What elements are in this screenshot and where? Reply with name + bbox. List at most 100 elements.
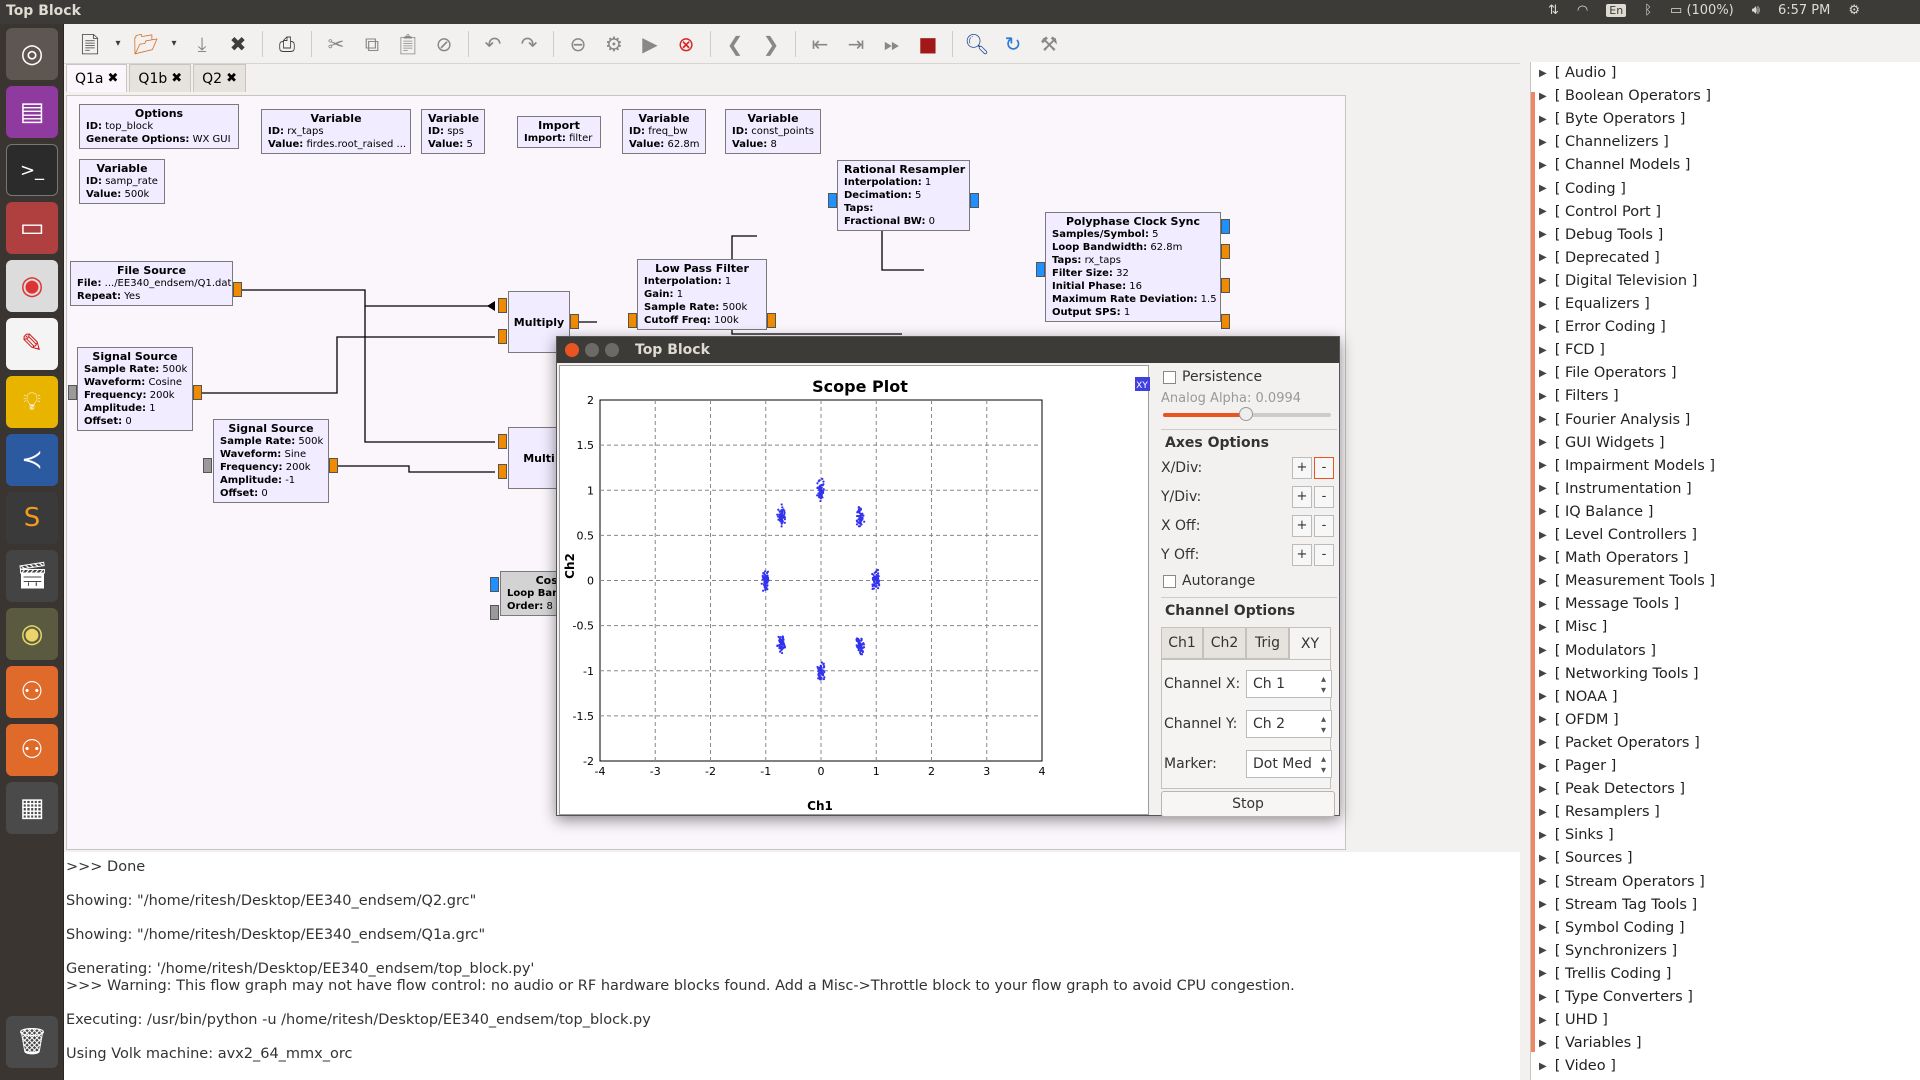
expand-triangle-icon[interactable]: ▶ — [1539, 275, 1547, 286]
print-icon[interactable]: ⎙ — [272, 29, 302, 59]
library-category[interactable]: ▶ [ Trellis Coding ] — [1539, 963, 1671, 985]
xoff-minus-button[interactable]: - — [1314, 515, 1334, 537]
library-category[interactable]: ▶ [ Resamplers ] — [1539, 801, 1660, 823]
library-category[interactable]: ▶ [ Sinks ] — [1539, 824, 1614, 846]
file-source-out-port[interactable] — [233, 282, 242, 297]
open-dropdown-icon[interactable]: ▾ — [167, 29, 181, 59]
library-category[interactable]: ▶ [ Video ] — [1539, 1055, 1616, 1077]
files-icon[interactable]: ▭ — [6, 202, 58, 254]
library-category[interactable]: ▶ [ Math Operators ] — [1539, 547, 1689, 569]
volume-icon[interactable]: 🔊︎ — [1752, 3, 1760, 18]
library-category[interactable]: ▶ [ Modulators ] — [1539, 640, 1656, 662]
find-icon[interactable]: 🔍︎ — [962, 29, 992, 59]
expand-triangle-icon[interactable]: ▶ — [1539, 553, 1547, 564]
library-category[interactable]: ▶ [ Misc ] — [1539, 616, 1607, 638]
block-variable-sps[interactable]: Variable ID: sps Value: 5 — [421, 109, 485, 154]
library-category[interactable]: ▶ [ GUI Widgets ] — [1539, 432, 1665, 454]
library-category[interactable]: ▶ [ Channelizers ] — [1539, 131, 1669, 153]
pcs-in-port[interactable] — [1036, 262, 1045, 277]
pcs-out2-port[interactable] — [1221, 278, 1230, 293]
expand-triangle-icon[interactable]: ▶ — [1539, 437, 1547, 448]
expand-triangle-icon[interactable]: ▶ — [1539, 322, 1547, 333]
expand-triangle-icon[interactable]: ▶ — [1539, 414, 1547, 425]
copy-icon[interactable]: ⧉ — [357, 29, 387, 59]
video-editor-icon[interactable]: 🎬︎ — [6, 550, 58, 602]
block-file-source[interactable]: File Source File: .../EE340_endsem/Q1.da… — [70, 261, 233, 306]
tab-q1a[interactable]: Q1a ✖ — [66, 64, 128, 92]
library-category[interactable]: ▶ [ Coding ] — [1539, 178, 1626, 200]
expand-triangle-icon[interactable]: ▶ — [1539, 206, 1547, 217]
library-category[interactable]: ▶ [ Packet Operators ] — [1539, 732, 1700, 754]
bluetooth-icon[interactable]: ᛒ — [1644, 3, 1652, 18]
resampler-out-port[interactable] — [970, 193, 979, 208]
expand-triangle-icon[interactable]: ▶ — [1539, 922, 1547, 933]
expand-triangle-icon[interactable]: ▶ — [1539, 160, 1547, 171]
expand-triangle-icon[interactable]: ▶ — [1539, 252, 1547, 263]
paste-icon[interactable]: 📋︎ — [393, 29, 423, 59]
expand-triangle-icon[interactable]: ▶ — [1539, 229, 1547, 240]
block-variable-rx-taps[interactable]: Variable ID: rx_taps Value: firdes.root_… — [261, 109, 411, 154]
expand-triangle-icon[interactable]: ▶ — [1539, 691, 1547, 702]
expand-triangle-icon[interactable]: ▶ — [1539, 137, 1547, 148]
library-category[interactable]: ▶ [ Symbol Coding ] — [1539, 917, 1684, 939]
library-category[interactable]: ▶ [ Sources ] — [1539, 847, 1633, 869]
gnuradio-companion-icon[interactable]: ▤ — [6, 86, 58, 138]
library-category[interactable]: ▶ [ Stream Tag Tools ] — [1539, 894, 1697, 916]
expand-triangle-icon[interactable]: ▶ — [1539, 1061, 1547, 1072]
expand-triangle-icon[interactable]: ▶ — [1539, 391, 1547, 402]
xdiv-plus-button[interactable]: + — [1292, 457, 1312, 479]
multiply-1-in0-port[interactable] — [498, 298, 507, 313]
screen-capture-icon[interactable]: ■ — [913, 29, 943, 59]
bypass-icon[interactable]: ⚙ — [599, 29, 629, 59]
window-titlebar[interactable]: Top Block — [557, 337, 1339, 363]
block-rational-resampler[interactable]: Rational Resampler Interpolation: 1 Deci… — [837, 160, 970, 231]
expand-triangle-icon[interactable]: ▶ — [1539, 530, 1547, 541]
expand-triangle-icon[interactable]: ▶ — [1539, 599, 1547, 610]
tab-trig[interactable]: Trig — [1246, 627, 1289, 659]
channel-x-select[interactable]: Ch 1 ▴ ▾ — [1246, 670, 1332, 698]
kill-icon[interactable]: ⊗ — [671, 29, 701, 59]
expand-triangle-icon[interactable]: ▶ — [1539, 853, 1547, 864]
vscode-icon[interactable]: ≺ — [6, 434, 58, 486]
expand-triangle-icon[interactable]: ▶ — [1539, 1015, 1547, 1026]
expand-triangle-icon[interactable]: ▶ — [1539, 668, 1547, 679]
library-category[interactable]: ▶ [ Variables ] — [1539, 1032, 1642, 1054]
close-tab-icon[interactable]: ✖ — [171, 71, 182, 86]
block-import[interactable]: Import Import: filter — [517, 116, 601, 148]
undo-icon[interactable]: ↶ — [478, 29, 508, 59]
expand-triangle-icon[interactable]: ▶ — [1539, 645, 1547, 656]
library-category[interactable]: ▶ [ IQ Balance ] — [1539, 501, 1653, 523]
minimize-window-icon[interactable] — [585, 343, 599, 357]
redo-icon[interactable]: ↷ — [514, 29, 544, 59]
save-icon[interactable]: ⤓ — [187, 29, 217, 59]
expand-triangle-icon[interactable]: ▶ — [1539, 345, 1547, 356]
maximize-window-icon[interactable] — [605, 343, 619, 357]
multiply-2-in1-port[interactable] — [498, 464, 507, 479]
expand-triangle-icon[interactable]: ▶ — [1539, 622, 1547, 633]
expand-triangle-icon[interactable]: ▶ — [1539, 945, 1547, 956]
reload-icon[interactable]: ↻ — [998, 29, 1028, 59]
skip-icon[interactable]: ⏩︎ — [877, 29, 907, 59]
library-category[interactable]: ▶ [ Byte Operators ] — [1539, 108, 1685, 130]
expand-triangle-icon[interactable]: ▶ — [1539, 737, 1547, 748]
expand-triangle-icon[interactable]: ▶ — [1539, 968, 1547, 979]
persistence-checkbox[interactable]: Persistence — [1163, 369, 1262, 385]
library-category[interactable]: ▶ [ FCD ] — [1539, 339, 1605, 361]
rotate-left-icon[interactable]: ❮ — [720, 29, 750, 59]
ydiv-plus-button[interactable]: + — [1292, 486, 1312, 508]
library-category[interactable]: ▶ [ Filters ] — [1539, 385, 1619, 407]
move-down-icon[interactable]: ⇥ — [841, 29, 871, 59]
library-category[interactable]: ▶ [ Networking Tools ] — [1539, 663, 1699, 685]
expand-triangle-icon[interactable]: ▶ — [1539, 807, 1547, 818]
tab-ch2[interactable]: Ch2 — [1203, 627, 1246, 659]
library-category[interactable]: ▶ [ File Operators ] — [1539, 362, 1677, 384]
multiply-2-in0-port[interactable] — [498, 434, 507, 449]
library-category[interactable]: ▶ [ Stream Operators ] — [1539, 871, 1705, 893]
library-category[interactable]: ▶ [ Digital Television ] — [1539, 270, 1697, 292]
expand-triangle-icon[interactable]: ▶ — [1539, 761, 1547, 772]
costas-in2-port[interactable] — [490, 605, 499, 620]
hier-block-icon[interactable]: ⚒ — [1034, 29, 1064, 59]
autorange-checkbox[interactable]: Autorange — [1163, 573, 1255, 589]
expand-triangle-icon[interactable]: ▶ — [1539, 714, 1547, 725]
library-category[interactable]: ▶ [ Measurement Tools ] — [1539, 570, 1715, 592]
